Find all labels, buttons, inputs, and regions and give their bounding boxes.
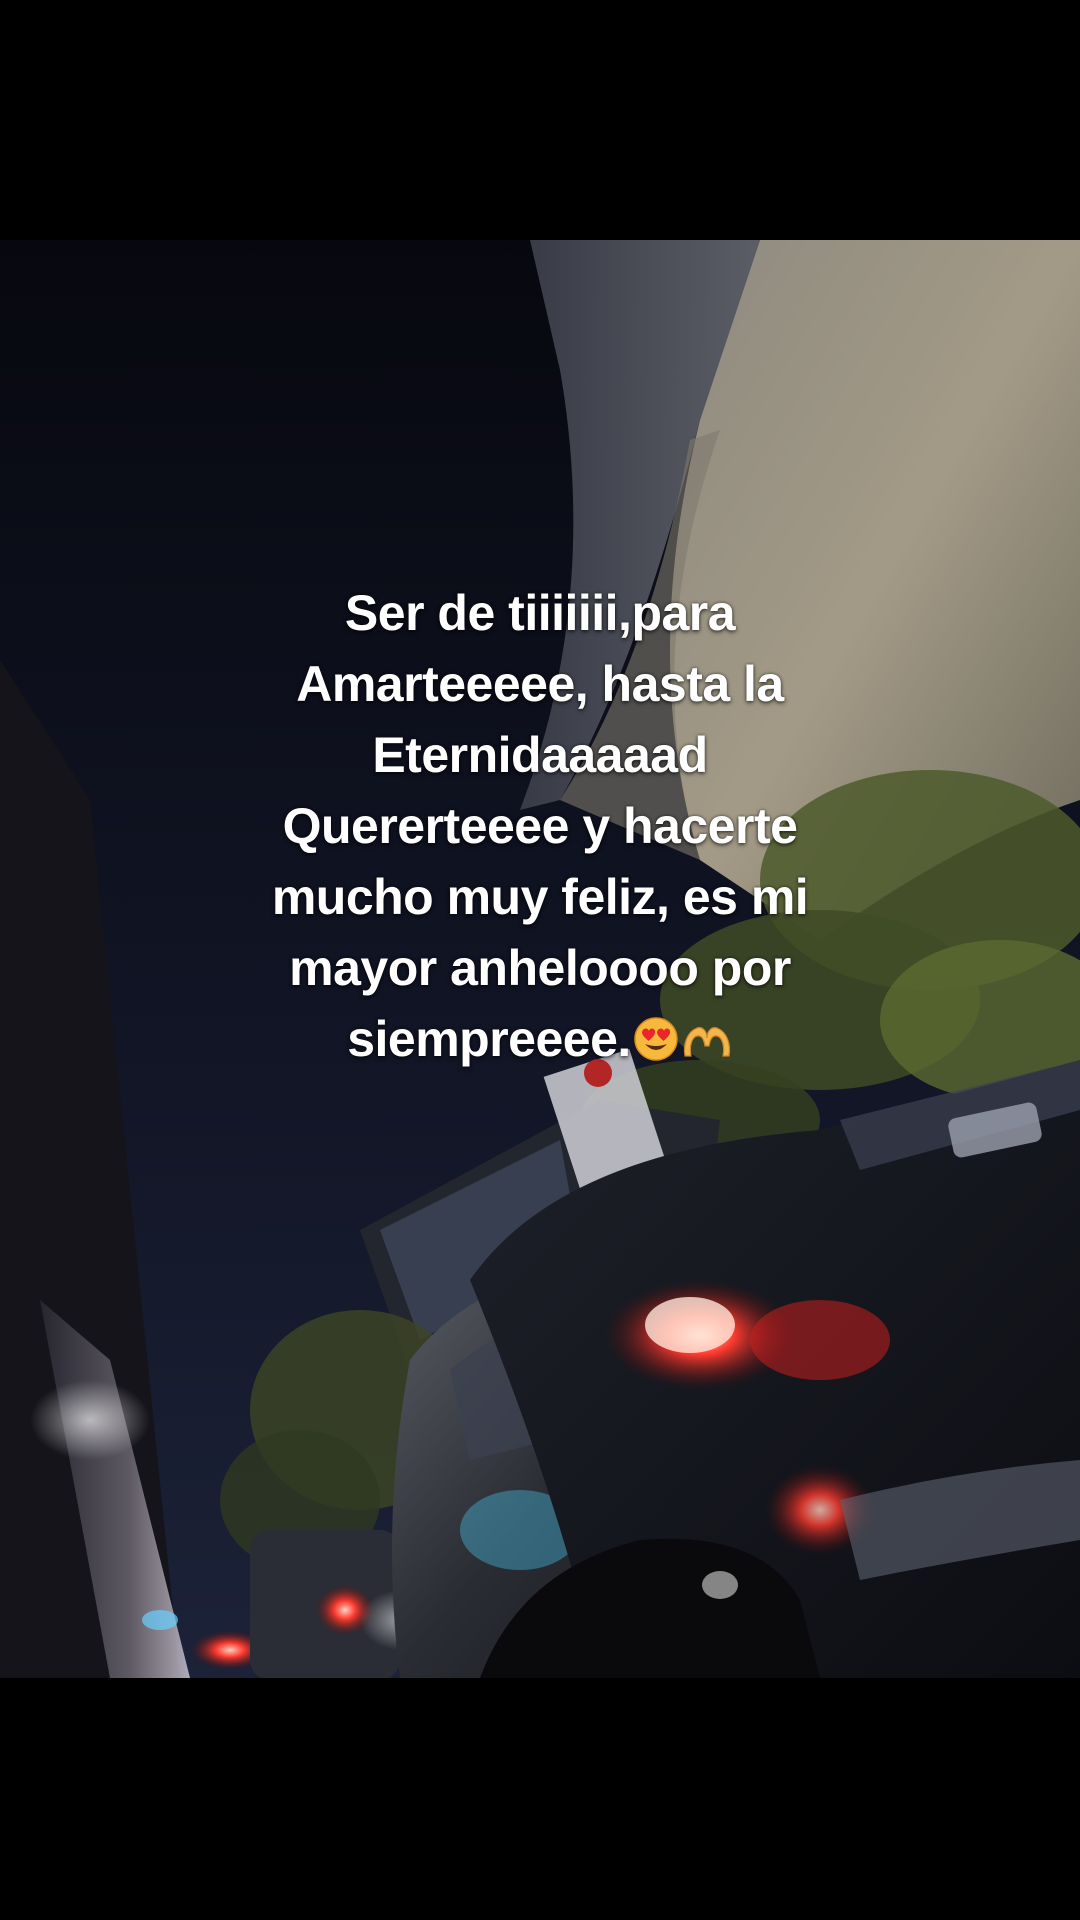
heart-hands-icon <box>681 1022 733 1062</box>
caption-text: Ser de tiiiiiii,para Amarteeeee, hasta l… <box>140 578 940 1075</box>
heart-eyes-icon <box>633 1016 679 1062</box>
caption-line-1: Ser de tiiiiiii,para <box>344 585 736 641</box>
caption-line-5: mucho muy feliz, es mi <box>271 869 809 925</box>
caption-line-4: Quererteeee y hacerte <box>282 798 798 854</box>
video-content[interactable]: Ser de tiiiiiii,para Amarteeeee, hasta l… <box>0 240 1080 1678</box>
video-frame: Ser de tiiiiiii,para Amarteeeee, hasta l… <box>0 0 1080 1920</box>
caption-line-2: Amarteeeee, hasta la <box>296 656 784 712</box>
caption-line-7: siempreeee. <box>140 1004 940 1075</box>
caption-line-3: Eternidaaaaad <box>372 727 708 783</box>
letterbox-bottom <box>0 1678 1080 1920</box>
caption-line-7-text: siempreeee. <box>347 1011 631 1067</box>
caption-line-6: mayor anheloooo por <box>289 940 791 996</box>
letterbox-top <box>0 0 1080 240</box>
